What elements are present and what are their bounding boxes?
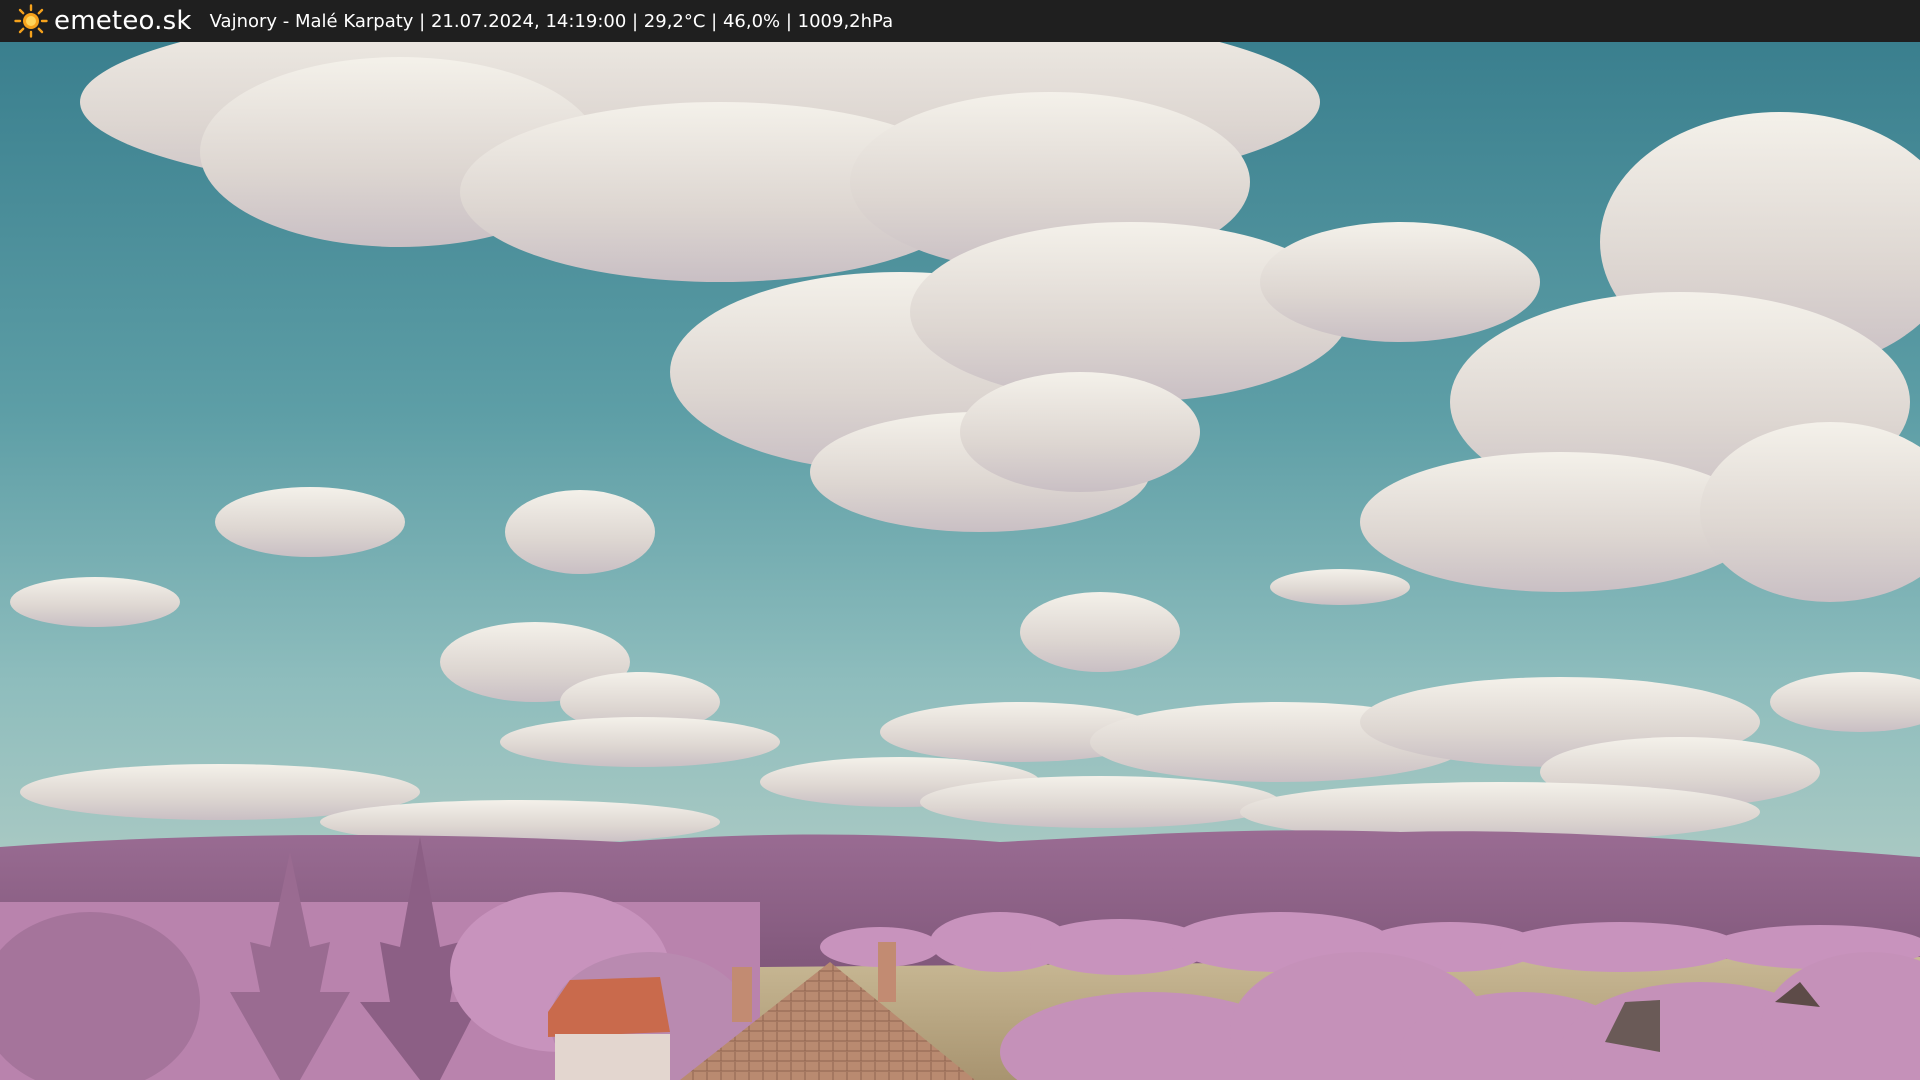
webcam-caption: Vajnory - Malé Karpaty | 21.07.2024, 14:…	[209, 10, 894, 32]
webcam-image	[0, 42, 1920, 1080]
webcam-viewport: emeteo.sk Vajnory - Malé Karpaty | 21.07…	[0, 0, 1920, 1080]
webcam-header-bar: emeteo.sk Vajnory - Malé Karpaty | 21.07…	[0, 0, 1920, 42]
sun-icon	[14, 4, 48, 38]
landscape-scene	[0, 42, 1920, 1080]
emeteo-logo[interactable]: emeteo.sk	[14, 4, 192, 38]
brand-name: emeteo.sk	[54, 6, 192, 36]
